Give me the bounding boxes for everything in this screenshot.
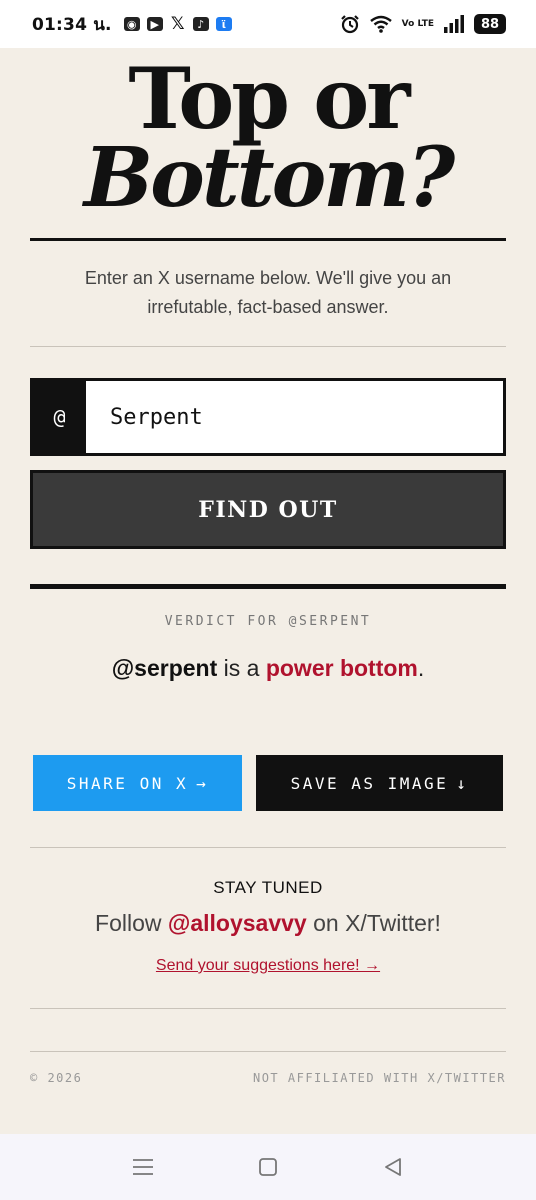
recent-apps-button[interactable] [123,1147,163,1187]
footer-disclaimer: NOT AFFILIATED WITH X/TWITTER [252,1071,506,1085]
home-button[interactable] [248,1147,288,1187]
stay-tuned-heading: STAY TUNED [213,878,323,897]
status-time: 01:34 น. [32,14,112,35]
wifi-icon [369,15,392,33]
verdict-end: . [417,655,425,681]
save-as-image-button[interactable]: SAVE AS IMAGE ↓ [256,755,503,811]
username-field[interactable]: @ [30,378,506,456]
at-prefix: @ [33,381,86,453]
follow-suffix: on X/Twitter! [306,910,441,936]
verdict-divider [30,584,506,589]
follow-text: Follow @alloysavvy on X/Twitter! [0,910,536,937]
verdict-label: VERDICT FOR @SERPENT [164,614,372,629]
share-on-x-button[interactable]: SHARE ON X → [33,755,242,811]
stay-tuned-divider [30,1008,506,1009]
status-bar: 01:34 น. ◉ ▶ 𝕏 ♪ ϊ Vo LTE 88 [0,0,536,48]
arrow-right-icon: → [196,773,209,793]
alarm-icon [340,15,359,34]
back-button[interactable] [373,1147,413,1187]
save-label: SAVE AS IMAGE [290,773,449,793]
title-line-1: Top or [128,49,410,148]
footer-divider [30,1051,506,1052]
find-out-button[interactable]: FIND OUT [30,470,506,549]
actions-divider [30,847,506,848]
follow-prefix: Follow [95,910,168,936]
x-icon: 𝕏 [170,14,185,34]
volte-indicator: Vo LTE [401,18,434,29]
intro-text: Enter an X username below. We'll give yo… [84,268,452,317]
intro-divider [30,346,506,347]
username-input[interactable] [86,381,503,453]
verdict-connector: is a [217,655,266,681]
arrow-down-icon: ↓ [456,773,469,793]
title-line-2: Bottom? [83,130,455,226]
verdict-text: @serpent is a power bottom. [0,655,536,682]
title-divider [30,238,506,241]
share-label: SHARE ON X [66,773,189,793]
youtube-icon: ▶ [146,17,163,31]
follow-handle-link[interactable]: @alloysavvy [168,910,307,936]
signal-icon [444,15,464,33]
discord-icon: ◉ [123,17,140,31]
battery-indicator: 88 [474,14,506,34]
verdict-result: power bottom [265,655,418,681]
page-title: Top or Bottom? [0,49,536,226]
flashlight-icon: ϊ [215,17,232,31]
status-right: Vo LTE 88 [340,14,506,34]
suggestions-link[interactable]: Send your suggestions here! → [156,957,380,974]
menu-icon [132,1159,153,1175]
suggestions-row: Send your suggestions here! → [0,957,536,975]
tiktok-icon: ♪ [192,17,209,31]
footer-copyright: © 2026 [30,1071,83,1085]
verdict-handle: @serpent [111,655,218,681]
system-nav-bar [0,1134,536,1200]
back-triangle-icon [385,1158,402,1176]
home-square-icon [259,1158,277,1176]
status-app-icons: ◉ ▶ 𝕏 ♪ ϊ [123,14,232,34]
